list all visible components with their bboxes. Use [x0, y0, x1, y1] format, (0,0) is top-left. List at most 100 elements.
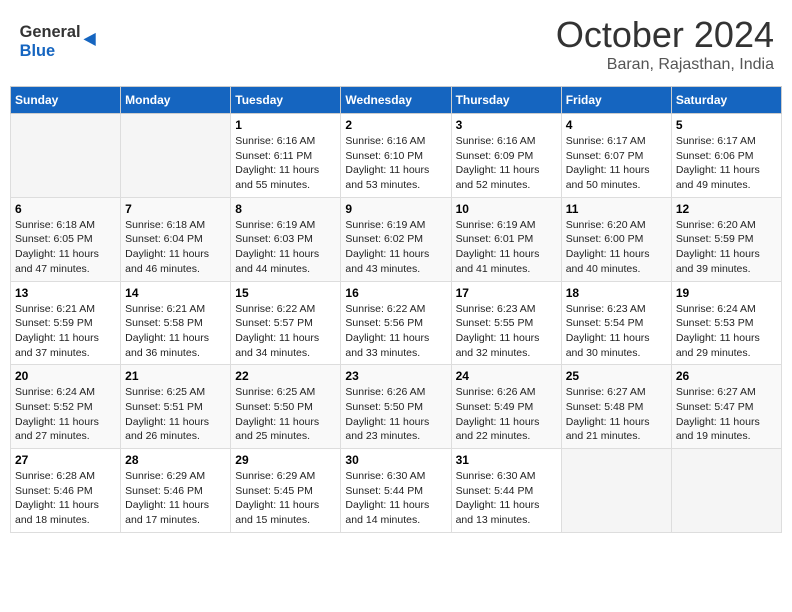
calendar-cell: 24Sunrise: 6:26 AM Sunset: 5:49 PM Dayli…	[451, 365, 561, 449]
day-info: Sunrise: 6:30 AM Sunset: 5:44 PM Dayligh…	[345, 469, 446, 528]
calendar-week-row: 13 Sunrise: 6:21 AM Sunset: 5:59 PM Dayli…	[11, 281, 782, 365]
title-area: October 2024 Baran, Rajasthan, India	[556, 14, 774, 74]
calendar-cell: 23Sunrise: 6:26 AM Sunset: 5:50 PM Dayli…	[341, 365, 451, 449]
day-number: 3	[456, 118, 557, 132]
calendar-cell: 30 Sunrise: 6:30 AM Sunset: 5:44 PM Dayli…	[341, 449, 451, 533]
day-info: Sunrise: 6:29 AM Sunset: 5:45 PM Dayligh…	[235, 469, 336, 528]
logo: General Blue	[18, 14, 108, 64]
calendar-cell: 20Sunrise: 6:24 AM Sunset: 5:52 PM Dayli…	[11, 365, 121, 449]
day-info: Sunrise: 6:21 AM Sunset: 5:59 PM Dayligh…	[15, 302, 116, 361]
calendar-cell: 14Sunrise: 6:21 AM Sunset: 5:58 PM Dayli…	[121, 281, 231, 365]
calendar-cell	[11, 114, 121, 198]
day-number: 15	[235, 286, 336, 300]
day-info: Sunrise: 6:24 AM Sunset: 5:52 PM Dayligh…	[15, 385, 116, 444]
day-number: 27	[15, 453, 116, 467]
day-number: 8	[235, 202, 336, 216]
day-info: Sunrise: 6:16 AM Sunset: 6:09 PM Dayligh…	[456, 134, 557, 193]
calendar-cell	[121, 114, 231, 198]
calendar-cell: 12 Sunrise: 6:20 AM Sunset: 5:59 PM Dayli…	[671, 197, 781, 281]
day-number: 16	[345, 286, 446, 300]
day-info: Sunrise: 6:24 AM Sunset: 5:53 PM Dayligh…	[676, 302, 777, 361]
day-info: Sunrise: 6:16 AM Sunset: 6:10 PM Dayligh…	[345, 134, 446, 193]
calendar-cell: 22 Sunrise: 6:25 AM Sunset: 5:50 PM Dayli…	[231, 365, 341, 449]
day-number: 5	[676, 118, 777, 132]
svg-text:General: General	[20, 23, 81, 41]
day-number: 2	[345, 118, 446, 132]
day-info: Sunrise: 6:22 AM Sunset: 5:56 PM Dayligh…	[345, 302, 446, 361]
day-number: 31	[456, 453, 557, 467]
calendar-cell: 1 Sunrise: 6:16 AM Sunset: 6:11 PM Daylig…	[231, 114, 341, 198]
day-info: Sunrise: 6:19 AM Sunset: 6:01 PM Dayligh…	[456, 218, 557, 277]
day-header-monday: Monday	[121, 87, 231, 114]
day-number: 28	[125, 453, 226, 467]
day-info: Sunrise: 6:19 AM Sunset: 6:03 PM Dayligh…	[235, 218, 336, 277]
day-number: 6	[15, 202, 116, 216]
day-number: 14	[125, 286, 226, 300]
calendar-week-row: 1 Sunrise: 6:16 AM Sunset: 6:11 PM Daylig…	[11, 114, 782, 198]
day-info: Sunrise: 6:19 AM Sunset: 6:02 PM Dayligh…	[345, 218, 446, 277]
day-header-tuesday: Tuesday	[231, 87, 341, 114]
day-number: 22	[235, 369, 336, 383]
day-info: Sunrise: 6:27 AM Sunset: 5:48 PM Dayligh…	[566, 385, 667, 444]
calendar-cell: 29Sunrise: 6:29 AM Sunset: 5:45 PM Dayli…	[231, 449, 341, 533]
logo-svg: General Blue	[18, 14, 108, 64]
calendar-cell: 27 Sunrise: 6:28 AM Sunset: 5:46 PM Dayli…	[11, 449, 121, 533]
calendar-cell: 16 Sunrise: 6:22 AM Sunset: 5:56 PM Dayli…	[341, 281, 451, 365]
calendar-cell: 9 Sunrise: 6:19 AM Sunset: 6:02 PM Daylig…	[341, 197, 451, 281]
location-subtitle: Baran, Rajasthan, India	[556, 56, 774, 74]
calendar-cell: 18Sunrise: 6:23 AM Sunset: 5:54 PM Dayli…	[561, 281, 671, 365]
calendar-cell: 7 Sunrise: 6:18 AM Sunset: 6:04 PM Daylig…	[121, 197, 231, 281]
calendar-cell: 6 Sunrise: 6:18 AM Sunset: 6:05 PM Daylig…	[11, 197, 121, 281]
calendar-cell	[561, 449, 671, 533]
day-number: 13	[15, 286, 116, 300]
calendar-cell: 25 Sunrise: 6:27 AM Sunset: 5:48 PM Dayli…	[561, 365, 671, 449]
day-number: 19	[676, 286, 777, 300]
day-number: 1	[235, 118, 336, 132]
day-info: Sunrise: 6:18 AM Sunset: 6:05 PM Dayligh…	[15, 218, 116, 277]
day-number: 17	[456, 286, 557, 300]
day-info: Sunrise: 6:16 AM Sunset: 6:11 PM Dayligh…	[235, 134, 336, 193]
calendar-table: SundayMondayTuesdayWednesdayThursdayFrid…	[10, 86, 782, 533]
calendar-cell: 13 Sunrise: 6:21 AM Sunset: 5:59 PM Dayli…	[11, 281, 121, 365]
day-info: Sunrise: 6:27 AM Sunset: 5:47 PM Dayligh…	[676, 385, 777, 444]
day-info: Sunrise: 6:25 AM Sunset: 5:50 PM Dayligh…	[235, 385, 336, 444]
day-header-saturday: Saturday	[671, 87, 781, 114]
day-number: 30	[345, 453, 446, 467]
day-header-thursday: Thursday	[451, 87, 561, 114]
month-title: October 2024	[556, 14, 774, 56]
calendar-week-row: 20Sunrise: 6:24 AM Sunset: 5:52 PM Dayli…	[11, 365, 782, 449]
calendar-cell: 21Sunrise: 6:25 AM Sunset: 5:51 PM Dayli…	[121, 365, 231, 449]
day-info: Sunrise: 6:20 AM Sunset: 6:00 PM Dayligh…	[566, 218, 667, 277]
day-header-friday: Friday	[561, 87, 671, 114]
day-info: Sunrise: 6:18 AM Sunset: 6:04 PM Dayligh…	[125, 218, 226, 277]
day-info: Sunrise: 6:20 AM Sunset: 5:59 PM Dayligh…	[676, 218, 777, 277]
calendar-cell: 31Sunrise: 6:30 AM Sunset: 5:44 PM Dayli…	[451, 449, 561, 533]
day-info: Sunrise: 6:23 AM Sunset: 5:55 PM Dayligh…	[456, 302, 557, 361]
day-info: Sunrise: 6:23 AM Sunset: 5:54 PM Dayligh…	[566, 302, 667, 361]
day-number: 7	[125, 202, 226, 216]
day-number: 26	[676, 369, 777, 383]
day-info: Sunrise: 6:26 AM Sunset: 5:49 PM Dayligh…	[456, 385, 557, 444]
calendar-cell: 2 Sunrise: 6:16 AM Sunset: 6:10 PM Daylig…	[341, 114, 451, 198]
calendar-cell: 15 Sunrise: 6:22 AM Sunset: 5:57 PM Dayli…	[231, 281, 341, 365]
calendar-cell: 3 Sunrise: 6:16 AM Sunset: 6:09 PM Daylig…	[451, 114, 561, 198]
day-number: 9	[345, 202, 446, 216]
day-info: Sunrise: 6:29 AM Sunset: 5:46 PM Dayligh…	[125, 469, 226, 528]
calendar-cell: 10 Sunrise: 6:19 AM Sunset: 6:01 PM Dayli…	[451, 197, 561, 281]
day-info: Sunrise: 6:28 AM Sunset: 5:46 PM Dayligh…	[15, 469, 116, 528]
day-number: 21	[125, 369, 226, 383]
calendar-week-row: 6 Sunrise: 6:18 AM Sunset: 6:05 PM Daylig…	[11, 197, 782, 281]
calendar-cell: 28 Sunrise: 6:29 AM Sunset: 5:46 PM Dayli…	[121, 449, 231, 533]
day-number: 10	[456, 202, 557, 216]
day-info: Sunrise: 6:17 AM Sunset: 6:07 PM Dayligh…	[566, 134, 667, 193]
calendar-cell	[671, 449, 781, 533]
calendar-cell: 17 Sunrise: 6:23 AM Sunset: 5:55 PM Dayli…	[451, 281, 561, 365]
svg-text:Blue: Blue	[20, 42, 55, 60]
day-number: 25	[566, 369, 667, 383]
day-info: Sunrise: 6:22 AM Sunset: 5:57 PM Dayligh…	[235, 302, 336, 361]
day-header-wednesday: Wednesday	[341, 87, 451, 114]
day-number: 23	[345, 369, 446, 383]
calendar-cell: 4Sunrise: 6:17 AM Sunset: 6:07 PM Daylig…	[561, 114, 671, 198]
calendar-cell: 11Sunrise: 6:20 AM Sunset: 6:00 PM Dayli…	[561, 197, 671, 281]
day-number: 12	[676, 202, 777, 216]
